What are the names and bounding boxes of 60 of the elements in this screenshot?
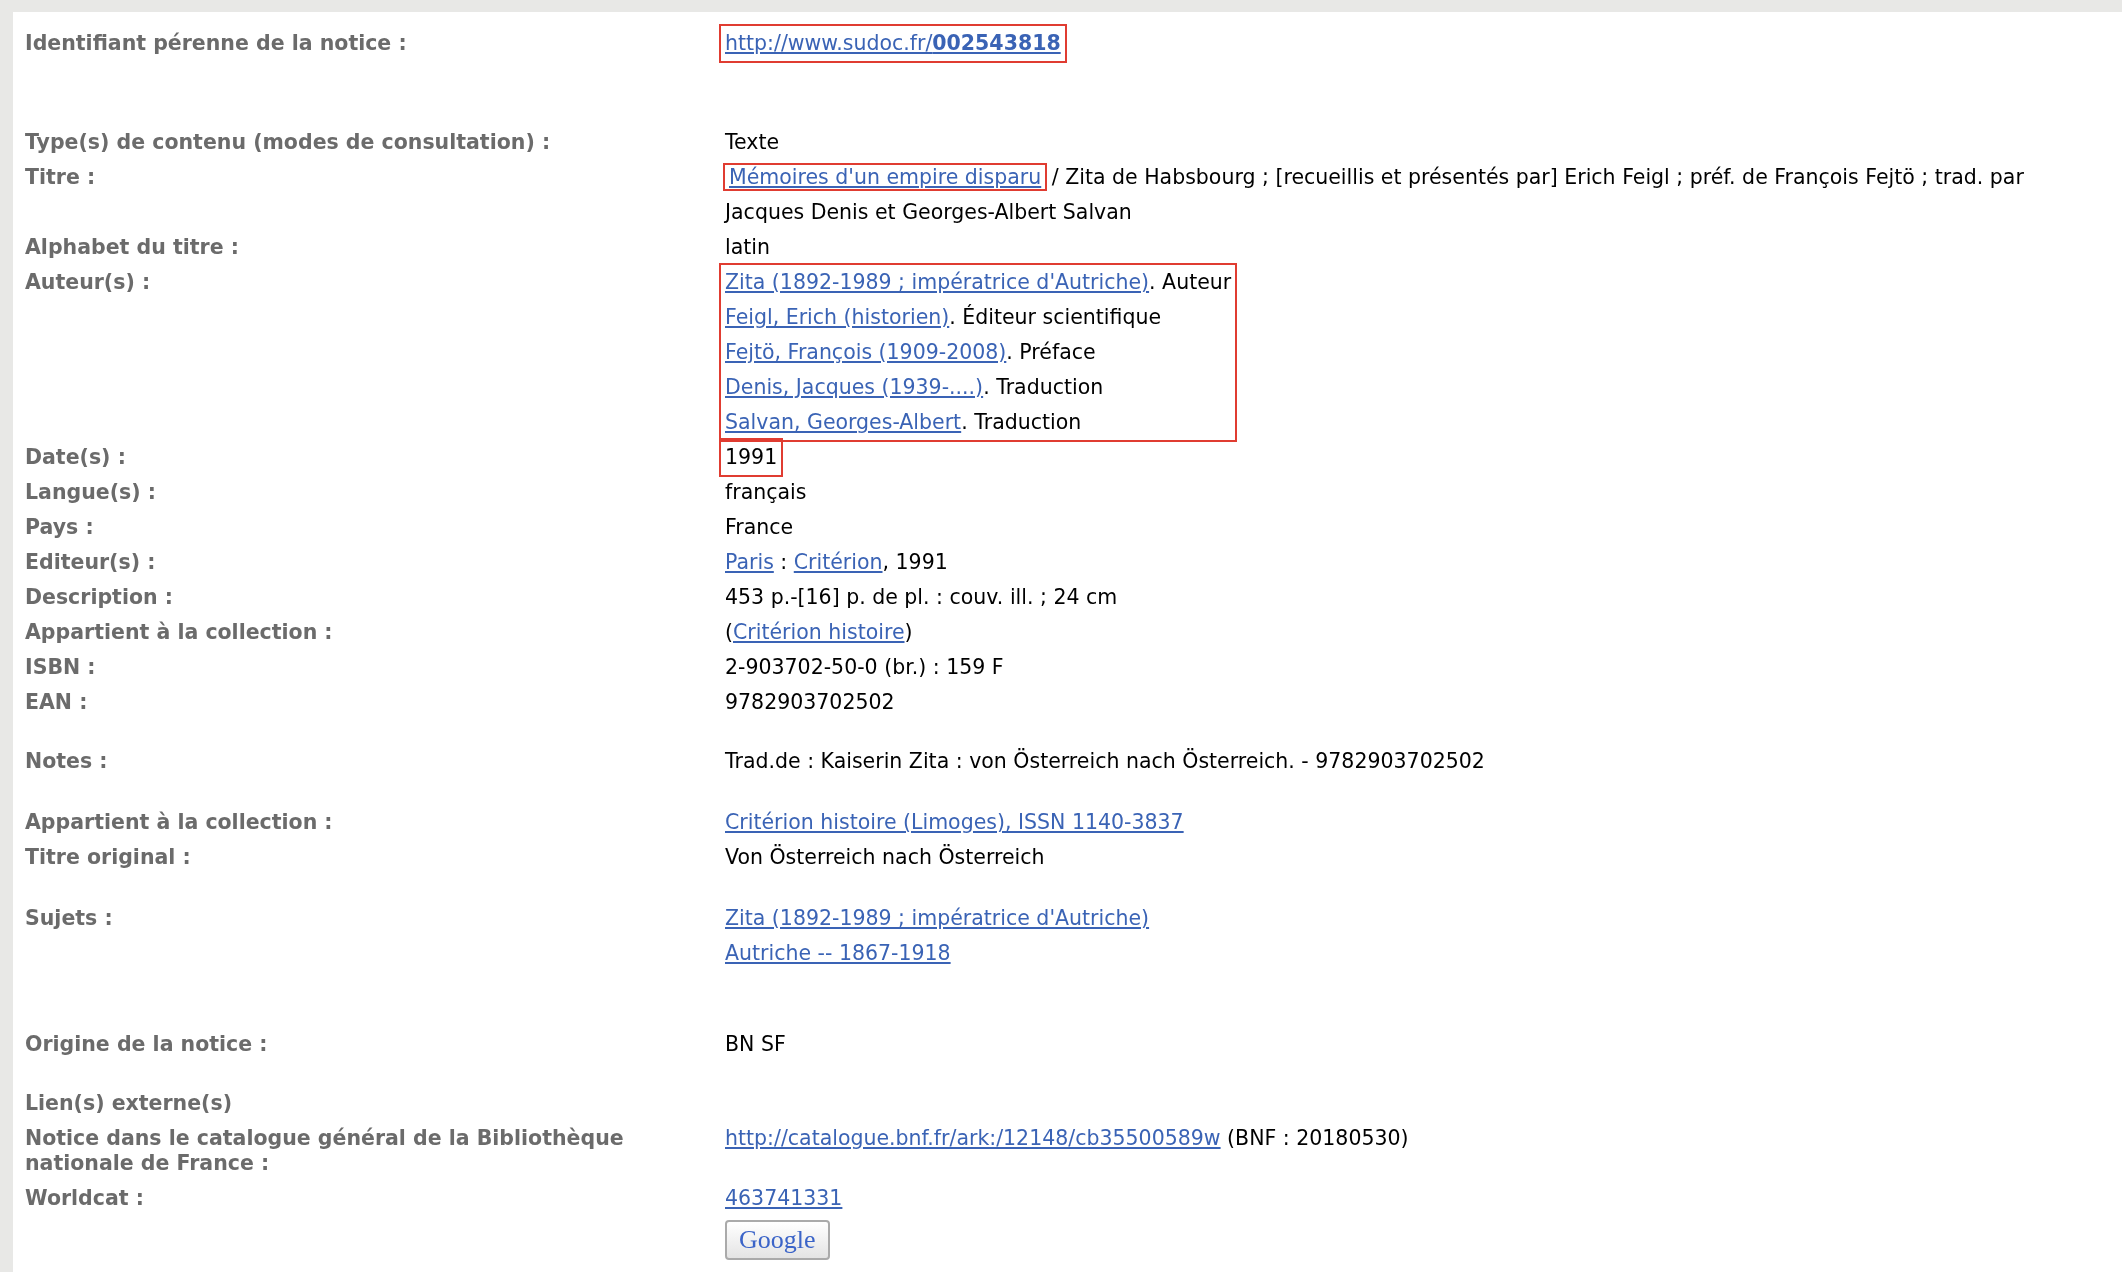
value-text: ) (904, 620, 913, 644)
field-label: Appartient à la collection : (25, 809, 334, 836)
field-label: Titre : (25, 164, 97, 191)
field-label: Langue(s) : (25, 479, 157, 506)
link[interactable]: Salvan, Georges-Albert (725, 410, 962, 434)
link[interactable]: Feigl, Erich (historien) (725, 305, 950, 329)
value-text: . Auteur (1149, 270, 1232, 294)
field-label: Pays : (25, 514, 95, 541)
value-text: latin (725, 235, 770, 259)
field-label: Date(s) : (25, 444, 127, 471)
field-label: Notice dans le catalogue général de la Bibliothèque nationale de France : (25, 1125, 625, 1177)
value-text: , 1991 (882, 550, 948, 574)
field-label: Editeur(s) : (25, 549, 157, 576)
link[interactable]: 463741331 (725, 1186, 843, 1210)
value-text: français (725, 480, 807, 504)
link[interactable]: Critérion (793, 550, 883, 574)
link[interactable]: Paris (725, 550, 774, 574)
value-text: 1991 (725, 445, 778, 469)
value-text: . Traduction (961, 410, 1082, 434)
field-label: Origine de la notice : (25, 1031, 269, 1058)
value-text: BN SF (725, 1032, 786, 1056)
value-text: France (725, 515, 794, 539)
value-text: ( (725, 620, 733, 644)
value-text: 453 p.-[16] p. de pl. : couv. ill. ; 24 cm (725, 585, 1118, 609)
value-text: 9782903702502 (725, 690, 895, 714)
field-label: ISBN : (25, 654, 97, 681)
value-text: / Zita de Habsbourg ; [recueillis et présentés par] Erich Feigl ; préf. de François Fejtö ; trad. par (1050, 165, 2024, 189)
value-text: Jacques Denis et Georges-Albert Salvan (725, 200, 1132, 224)
value-text: . Traduction (983, 375, 1104, 399)
link[interactable]: Fejtö, François (1909-2008) (725, 340, 1007, 364)
field-label: Appartient à la collection : (25, 619, 334, 646)
field-label: Notes : (25, 748, 109, 775)
google-button[interactable]: Google (725, 1220, 830, 1260)
value-text: 2-903702-50-0 (br.) : 159 F (725, 655, 1004, 679)
field-label: Description : (25, 584, 174, 611)
field-label: Alphabet du titre : (25, 234, 240, 261)
link[interactable]: Critérion histoire (Limoges), ISSN 1140-3837 (725, 810, 1184, 834)
value-text: Von Österreich nach Österreich (725, 845, 1045, 869)
value-text: Trad.de : Kaiserin Zita : von Österreich nach Österreich. - 9782903702502 (725, 749, 1485, 773)
value-text: : (779, 550, 789, 574)
field-label: Sujets : (25, 905, 114, 932)
field-label: Lien(s) externe(s) (25, 1090, 234, 1117)
link[interactable]: Mémoires d'un empire disparu (725, 165, 1046, 189)
field-label: Identifiant pérenne de la notice : (25, 30, 408, 57)
field-label: EAN : (25, 689, 89, 716)
field-label: Worldcat : (25, 1185, 145, 1212)
link[interactable]: Denis, Jacques (1939-....) (725, 375, 984, 399)
link[interactable]: Autriche -- 1867-1918 (725, 941, 951, 965)
link[interactable]: Critérion histoire (733, 620, 905, 644)
value-text: . Préface (1006, 340, 1096, 364)
field-label: Auteur(s) : (25, 269, 152, 296)
field-label: Type(s) de contenu (modes de consultation) : (25, 129, 552, 156)
link[interactable]: Zita (1892-1989 ; impératrice d'Autriche) (725, 270, 1150, 294)
link[interactable]: http://www.sudoc.fr/002543818 (725, 31, 1061, 55)
value-text: Texte (725, 130, 780, 154)
field-label: Titre original : (25, 844, 192, 871)
value-text: (BNF : 20180530) (1226, 1126, 1409, 1150)
link[interactable]: http://catalogue.bnf.fr/ark:/12148/cb35500589w (725, 1126, 1221, 1150)
value-text: . Éditeur scientifique (949, 305, 1162, 329)
link[interactable]: Zita (1892-1989 ; impératrice d'Autriche) (725, 906, 1150, 930)
